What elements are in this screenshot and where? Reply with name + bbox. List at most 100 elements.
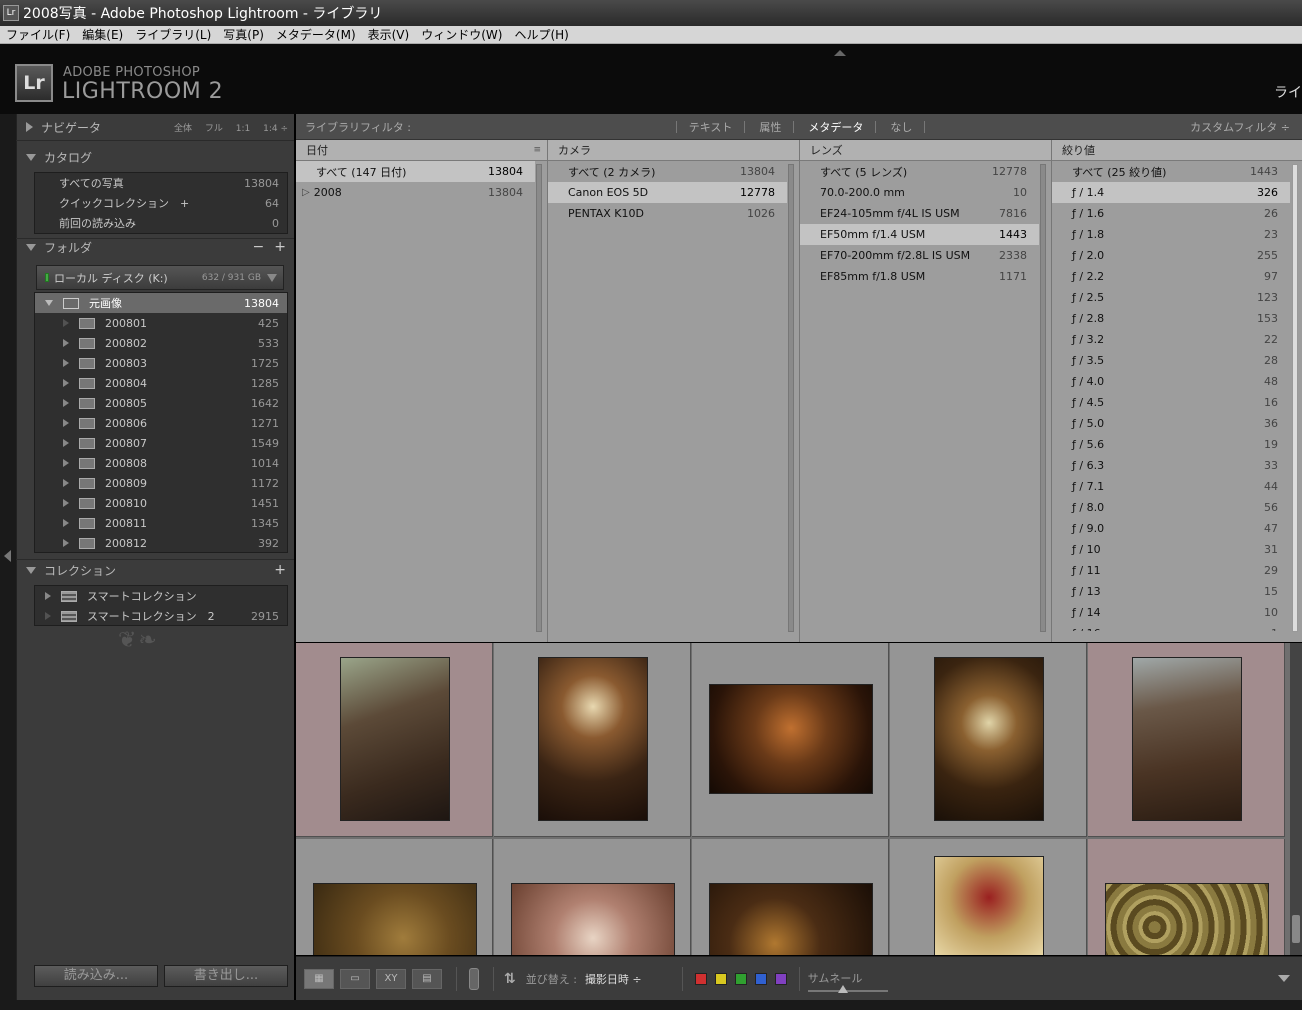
column-header-date[interactable]: 日付 ≡ [296,140,547,161]
sort-criteria-dropdown[interactable]: 撮影日時 ÷ [585,971,642,987]
menu-window[interactable]: ウィンドウ(W) [421,26,502,43]
filter-row-aperture[interactable]: ƒ / 13 15 [1052,581,1290,602]
filter-row-aperture[interactable]: ƒ / 10 31 [1052,539,1290,560]
folder-item[interactable]: 200812 392 [35,533,287,553]
grid-scrollbar[interactable] [1290,643,1302,955]
disk-menu-icon[interactable] [267,273,277,282]
volume-bar[interactable]: ローカル ディスク (K:) 632 / 931 GB [36,265,284,290]
filter-row-lens[interactable]: すべて (5 レンズ) 12778 [800,161,1039,182]
filter-row-aperture[interactable]: ƒ / 1.4 326 [1052,182,1290,203]
grid-cell[interactable] [890,839,1087,955]
filter-row-lens[interactable]: EF85mm f/1.8 USM 1171 [800,266,1039,287]
expand-right-icon[interactable] [63,479,69,487]
filter-row-camera[interactable]: PENTAX K10D 1026 [548,203,787,224]
filter-tab-none[interactable]: なし [890,119,912,135]
zoom-1-4[interactable]: 1:4 ÷ [263,124,288,134]
collapse-top-panel-icon[interactable] [834,50,846,56]
folder-item[interactable]: 200801 425 [35,313,287,333]
menu-file[interactable]: ファイル(F) [6,26,70,43]
expand-right-icon[interactable] [45,592,51,600]
catalog-item-all-photographs[interactable]: すべての写真 13804 [35,173,287,193]
column-scrollbar[interactable] [1040,164,1046,632]
expand-right-icon[interactable] [63,399,69,407]
sort-direction-icon[interactable]: ⇅ [504,971,516,987]
menu-view[interactable]: 表示(V) [368,26,410,43]
expand-right-icon[interactable] [63,319,69,327]
disclosure-down-icon[interactable] [26,566,36,574]
zoom-fill[interactable]: フル [205,124,223,134]
expand-right-icon[interactable] [63,539,69,547]
label-red-swatch[interactable] [694,972,707,985]
expand-right-icon[interactable] [63,459,69,467]
label-blue-swatch[interactable] [754,972,767,985]
painter-spray-icon[interactable] [469,967,479,990]
filter-row-lens[interactable]: EF24-105mm f/4L IS USM 7816 [800,203,1039,224]
photo-thumbnail[interactable] [511,883,675,955]
custom-filter-dropdown[interactable]: カスタムフィルタ ÷ [1190,119,1290,135]
column-scrollbar[interactable] [788,164,794,632]
grid-view-icon[interactable]: ▦ [304,968,334,989]
filter-row-aperture[interactable]: ƒ / 14 10 [1052,602,1290,623]
filter-row-date[interactable]: すべて (147 日付) 13804 [296,161,535,182]
photo-thumbnail[interactable] [313,883,477,955]
filter-row-aperture[interactable]: ƒ / 3.2 22 [1052,329,1290,350]
filter-row-aperture[interactable]: ƒ / 2.2 97 [1052,266,1290,287]
left-panel-edge[interactable] [0,114,16,1000]
export-button[interactable]: 書き出し... [164,965,288,987]
filter-row-aperture[interactable]: ƒ / 3.5 28 [1052,350,1290,371]
disclosure-right-icon[interactable] [26,122,33,132]
filter-tab-metadata[interactable]: メタデータ [808,119,863,135]
expand-down-icon[interactable] [45,300,53,306]
grid-cell[interactable] [692,643,889,837]
menu-help[interactable]: ヘルプ(H) [514,26,568,43]
photo-thumbnail[interactable] [709,883,873,955]
folder-item[interactable]: 200811 1345 [35,513,287,533]
catalog-item-previous-import[interactable]: 前回の読み込み 0 [35,213,287,233]
expand-right-icon[interactable] [63,439,69,447]
filter-tab-text[interactable]: テキスト [689,119,733,135]
expand-right-icon[interactable]: ▷ [302,187,310,198]
folders-header[interactable]: フォルダ − + [16,236,294,258]
label-green-swatch[interactable] [734,972,747,985]
disclosure-down-icon[interactable] [26,243,36,251]
expand-right-icon[interactable] [63,379,69,387]
filter-row-aperture[interactable]: ƒ / 2.8 153 [1052,308,1290,329]
expand-right-icon[interactable] [45,612,51,620]
filter-row-aperture[interactable]: ƒ / 5.6 19 [1052,434,1290,455]
filter-row-aperture[interactable]: ƒ / 1.6 26 [1052,203,1290,224]
photo-thumbnail[interactable] [934,657,1044,821]
add-collection-icon[interactable]: + [274,562,286,578]
add-folder-icon[interactable]: + [274,239,286,255]
folder-item[interactable]: 200803 1725 [35,353,287,373]
label-yellow-swatch[interactable] [714,972,727,985]
grid-cell[interactable] [1088,643,1285,837]
collection-item[interactable]: スマートコレクション 2 2915 [35,606,287,626]
filter-tab-attribute[interactable]: 属性 [759,119,781,135]
grid-cell[interactable] [296,839,493,955]
filter-row-camera[interactable]: Canon EOS 5D 12778 [548,182,787,203]
expand-right-icon[interactable] [63,499,69,507]
folder-item[interactable]: 200809 1172 [35,473,287,493]
filter-row-date[interactable]: ▷ 2008 13804 [296,182,535,203]
photo-thumbnail[interactable] [340,657,450,821]
filter-row-aperture[interactable]: ƒ / 1.8 23 [1052,224,1290,245]
photo-thumbnail[interactable] [934,856,1044,955]
photo-thumbnail[interactable] [538,657,648,821]
survey-view-icon[interactable]: ▤ [412,968,442,989]
filter-row-aperture[interactable]: ƒ / 8.0 56 [1052,497,1290,518]
menu-metadata[interactable]: メタデータ(M) [276,26,356,43]
expand-right-icon[interactable] [63,359,69,367]
grid-cell[interactable] [494,643,691,837]
photo-thumbnail[interactable] [709,684,873,794]
grid-cell[interactable] [1088,839,1285,955]
filter-row-aperture[interactable]: ƒ / 4.0 48 [1052,371,1290,392]
catalog-item-quick-collection[interactable]: クイックコレクション + 64 [35,193,287,213]
zoom-fit[interactable]: 全体 [174,124,192,134]
column-header-lens[interactable]: レンズ [800,140,1051,161]
filter-row-aperture[interactable]: ƒ / 2.5 123 [1052,287,1290,308]
filter-row-aperture[interactable]: すべて (25 絞り値) 1443 [1052,161,1290,182]
expand-right-icon[interactable] [63,519,69,527]
filter-row-aperture[interactable]: ƒ / 5.0 36 [1052,413,1290,434]
column-header-camera[interactable]: カメラ [548,140,799,161]
filter-row-lens[interactable]: EF70-200mm f/2.8L IS USM 2338 [800,245,1039,266]
